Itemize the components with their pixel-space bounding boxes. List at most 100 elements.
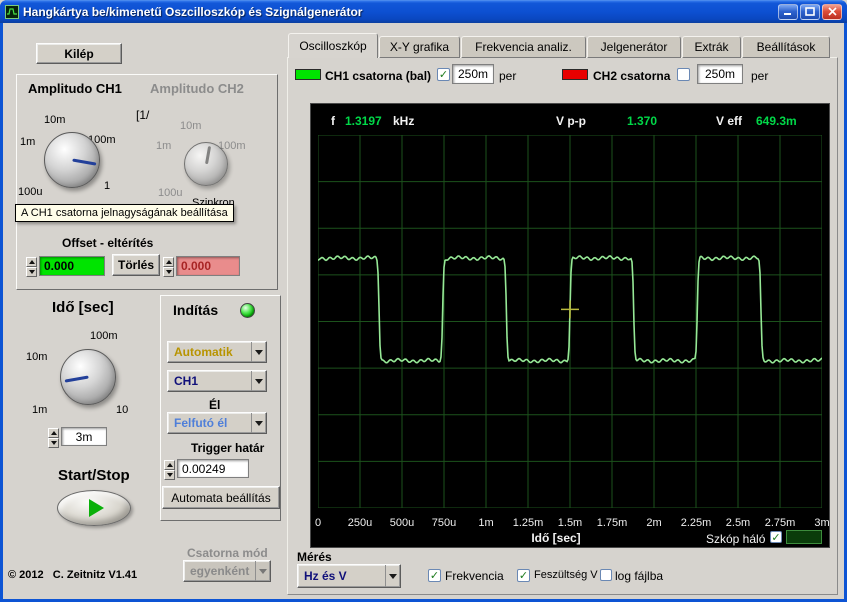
chevron-down-icon [255,561,270,581]
knob-scale-label: 10 [116,404,129,416]
ch1-per-field[interactable]: 250m [452,64,494,84]
amplitude-ch1-knob[interactable] [44,132,100,188]
play-icon [88,499,104,517]
amplitude-ch1-label: Amplitudo CH1 [28,81,122,96]
step-up-icon[interactable] [48,428,59,438]
channel-mode-label: Csatorna mód [187,546,268,560]
ch1-per-label: per [499,69,517,83]
veff-readout-value: 649.3m [756,114,797,128]
exit-button[interactable]: Kilép [36,43,122,64]
tab-oscilloscope[interactable]: Oscilloszkóp [288,33,378,58]
amplitude-unit-label: [1/ [136,108,150,122]
frequency-checkbox[interactable]: ✓ [428,569,441,582]
maximize-button[interactable] [800,3,820,20]
log-file-checkbox[interactable] [600,569,612,581]
x-axis-label: Idő [sec] [531,531,581,545]
veff-readout-label: V eff [716,114,743,128]
app-icon [5,4,19,19]
copyright-label: © 2012 C. Zeitnitz V1.41 [8,569,138,581]
title-bar[interactable]: Hangkártya be/kimenetű Oszcilloszkóp és … [0,0,847,23]
auto-setup-button[interactable]: Automata beállítás [162,486,280,509]
checkmark: ✓ [429,569,440,582]
time-value-field[interactable]: 3m [61,427,107,446]
time-label: Idő [sec] [52,299,114,316]
ch2-per-label: per [751,69,769,83]
offset-clear-button[interactable]: Törlés [112,254,160,276]
knob-pointer [64,375,89,383]
measure-unit-dropdown[interactable]: Hz és V [297,564,401,588]
trigger-source-value: CH1 [174,374,199,388]
trigger-title: Indítás [173,302,219,318]
time-stepper[interactable] [48,428,59,448]
app-window: Hangkártya be/kimenetű Oszcilloszkóp és … [0,0,847,602]
trigger-edge-dropdown[interactable]: Felfutó él [167,412,267,434]
trigger-source-dropdown[interactable]: CH1 [167,370,267,392]
tooltip: A CH1 csatorna jelnagyságának beállítása [15,204,234,222]
offset-ch2-field[interactable]: 0.000 [176,256,240,276]
knob-scale-label: 10m [180,120,202,132]
measure-label: Mérés [297,550,332,564]
grid-color-swatch[interactable] [786,530,822,544]
minimize-button[interactable] [778,3,798,20]
trigger-threshold-label: Trigger határ [191,441,265,455]
knob-pointer [204,145,211,165]
tab-extras[interactable]: Extrák [682,36,741,58]
knob-scale-label: 1m [32,404,48,416]
step-down-icon[interactable] [164,470,175,480]
offset-ch1-stepper[interactable] [26,257,37,277]
trigger-edge-value: Felfutó él [174,416,228,430]
time-knob[interactable] [60,349,116,405]
tab-frequency-analysis[interactable]: Frekvencia analiz. [461,36,586,58]
channel-mode-value: egyenként [190,564,250,578]
trigger-led [240,303,255,318]
close-button[interactable] [822,3,842,20]
step-up-icon[interactable] [163,257,174,267]
frequency-label: Frekvencia [445,569,504,583]
offset-label: Offset - eltérítés [62,236,154,250]
tab-signal-generator[interactable]: Jelgenerátor [587,36,681,58]
freq-readout-label: f [331,114,335,128]
voltage-checkbox[interactable]: ✓ [517,569,530,582]
knob-scale-label: 100m [90,330,118,342]
step-down-icon[interactable] [26,267,37,277]
log-file-label: log fájlba [615,569,664,583]
knob-scale-label: 1m [156,140,172,152]
chevron-down-icon [385,565,400,587]
startstop-button[interactable] [57,490,131,526]
knob-scale-label: 100u [158,187,183,199]
ch1-enable-checkbox[interactable]: ✓ [437,68,450,81]
ch2-label: CH2 csatorna [593,69,671,83]
checkmark: ✓ [518,569,529,582]
knob-scale-label: 10m [44,114,66,126]
ch2-enable-checkbox[interactable] [677,68,690,81]
window-title: Hangkártya be/kimenetű Oszcilloszkóp és … [23,4,363,19]
step-down-icon[interactable] [48,438,59,448]
edge-label: Él [209,398,221,412]
vpp-readout-label: V p-p [556,114,586,128]
trigger-threshold-field[interactable]: 0.00249 [177,459,249,478]
trigger-threshold-stepper[interactable] [164,460,175,480]
scope-grid-label: Szkóp háló [706,532,766,546]
voltage-label: Feszültség V [534,569,598,581]
step-up-icon[interactable] [26,257,37,267]
knob-scale-label: 1m [20,136,36,148]
trigger-mode-dropdown[interactable]: Automatik [167,341,267,363]
step-down-icon[interactable] [163,267,174,277]
startstop-label: Start/Stop [58,467,130,484]
ch2-color-swatch [562,69,588,80]
offset-ch1-field[interactable]: 0.000 [39,256,105,276]
measure-unit-value: Hz és V [304,569,347,583]
channel-mode-dropdown[interactable]: egyenként [183,560,271,582]
offset-ch2-stepper[interactable] [163,257,174,277]
checkmark: ✓ [771,530,781,544]
tab-settings[interactable]: Beállítások [742,36,830,58]
scope-plot[interactable] [318,135,822,508]
scope-grid-checkbox[interactable]: ✓ [770,531,782,543]
ch2-per-field[interactable]: 250m [697,64,743,84]
amplitude-ch2-knob[interactable] [184,142,228,186]
tab-xy-graph[interactable]: X-Y grafika [379,36,460,58]
ch1-label: CH1 csatorna (bal) [325,69,432,83]
step-up-icon[interactable] [164,460,175,470]
amplitude-ch2-label: Amplitudo CH2 [150,81,244,96]
vpp-readout-value: 1.370 [627,114,658,128]
